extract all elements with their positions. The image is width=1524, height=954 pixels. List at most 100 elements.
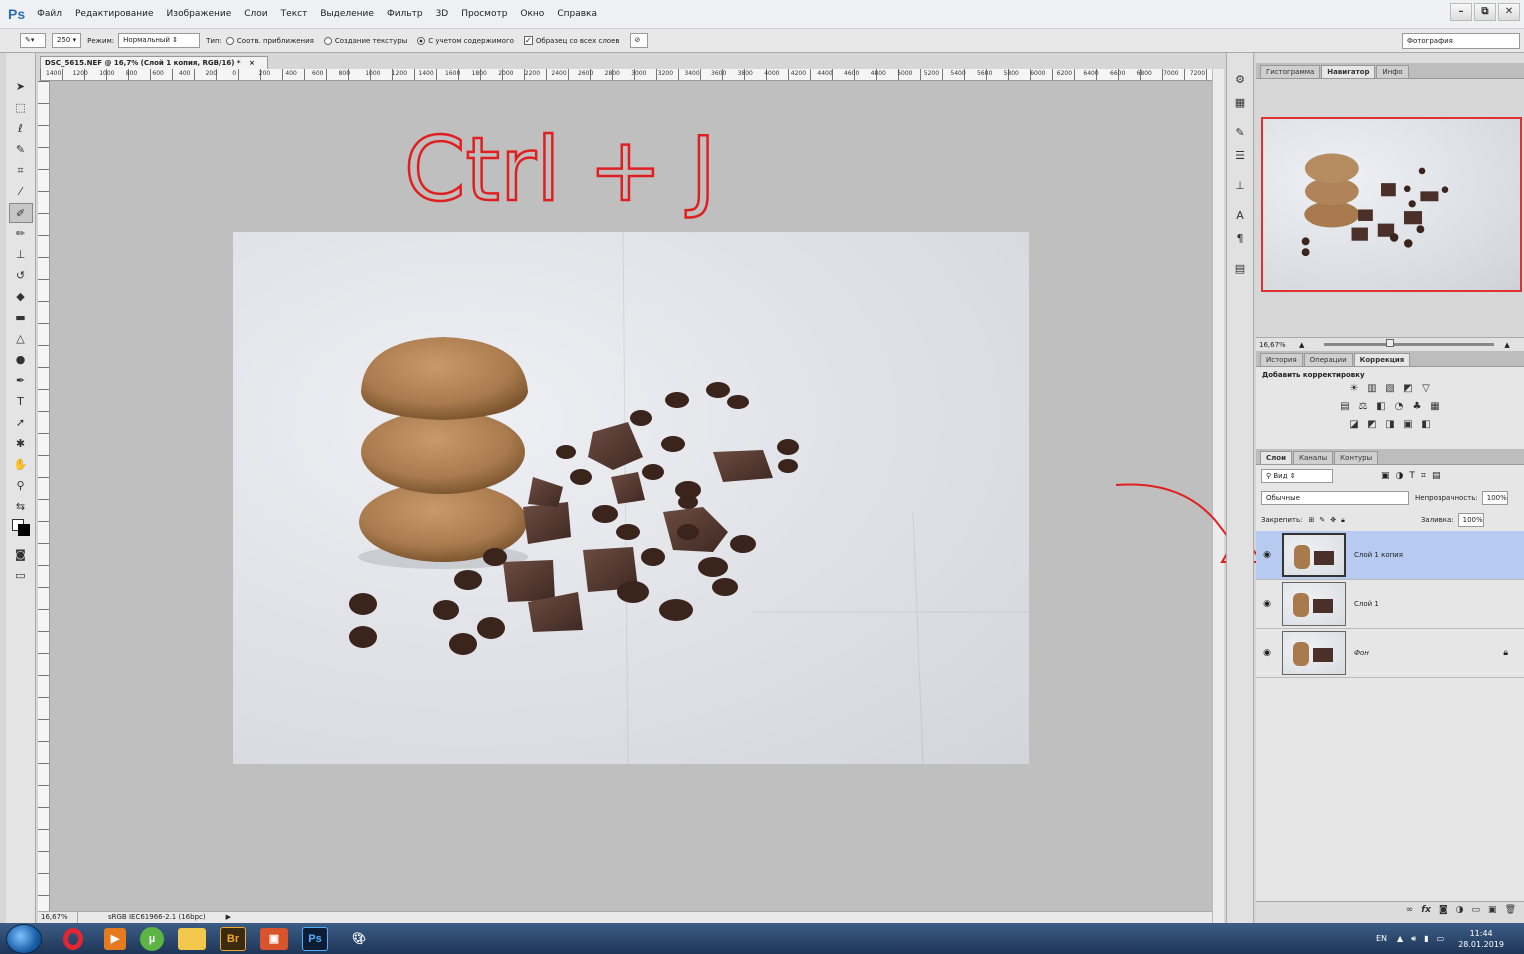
menu-edit[interactable]: Редактирование bbox=[75, 9, 154, 19]
tray-clock[interactable]: 11:44 28.01.2019 bbox=[1458, 928, 1504, 950]
navigator-zoom-value[interactable]: 16,67% bbox=[1259, 341, 1299, 349]
dodge-tool-icon[interactable]: ● bbox=[9, 350, 33, 370]
status-zoom[interactable]: 16,67% bbox=[38, 912, 78, 923]
menu-filter[interactable]: Фильтр bbox=[387, 9, 423, 19]
bridge-icon[interactable]: Br bbox=[220, 926, 246, 951]
opera-icon[interactable] bbox=[56, 926, 90, 952]
language-indicator[interactable]: EN bbox=[1376, 934, 1387, 943]
selective-color-icon[interactable]: ◧ bbox=[1419, 419, 1433, 431]
hue-saturation-icon[interactable]: ▤ bbox=[1338, 401, 1352, 413]
crop-tool-icon[interactable]: ⌗ bbox=[9, 161, 33, 181]
filter-shape-icon[interactable]: ⌗ bbox=[1421, 471, 1426, 481]
zoom-in-icon[interactable]: ▲ bbox=[1504, 341, 1509, 349]
posterize-icon[interactable]: ◩ bbox=[1365, 419, 1379, 431]
brush-preset-icon[interactable]: ✎ bbox=[1229, 124, 1251, 142]
zoom-slider-knob[interactable] bbox=[1386, 339, 1395, 347]
mode-select[interactable]: Нормальный ⇕ bbox=[118, 33, 201, 48]
lock-pixels-icon[interactable]: ✎ bbox=[1319, 516, 1325, 524]
move-tool-icon[interactable]: ➤ bbox=[9, 77, 33, 97]
path-select-tool-icon[interactable]: ➚ bbox=[9, 413, 33, 433]
explorer-icon[interactable] bbox=[178, 927, 206, 950]
clone-source-icon[interactable]: ⊥ bbox=[1229, 177, 1251, 195]
menu-file[interactable]: Файл bbox=[37, 9, 62, 19]
color-balance-icon[interactable]: ⚖ bbox=[1356, 401, 1370, 413]
eyedropper-tool-icon[interactable]: ⁄ bbox=[9, 182, 33, 202]
tab-adjustments[interactable]: Коррекция bbox=[1353, 353, 1411, 366]
type-radio-content-aware[interactable] bbox=[417, 36, 426, 45]
brightness-icon[interactable]: ☀ bbox=[1347, 383, 1361, 395]
sliders-icon[interactable]: ☰ bbox=[1229, 147, 1251, 165]
color-lookup-icon[interactable]: ▦ bbox=[1428, 401, 1442, 413]
close-tab-icon[interactable]: × bbox=[249, 59, 255, 67]
close-button[interactable]: ✕ bbox=[1498, 3, 1520, 21]
type-radio-proximity[interactable] bbox=[225, 36, 234, 45]
filter-smart-icon[interactable]: ▤ bbox=[1432, 471, 1441, 481]
minimize-button[interactable]: – bbox=[1450, 3, 1472, 21]
quick-mask-icon[interactable]: ◙ bbox=[9, 545, 33, 565]
photoshop-taskbar-icon[interactable]: Ps bbox=[302, 926, 328, 951]
menu-image[interactable]: Изображение bbox=[167, 9, 232, 19]
marquee-tool-icon[interactable]: ⬚ bbox=[9, 98, 33, 118]
menu-type[interactable]: Текст bbox=[281, 9, 308, 19]
eraser-tool-icon[interactable]: ◆ bbox=[9, 287, 33, 307]
visibility-eye-icon[interactable]: ◉ bbox=[1256, 550, 1278, 560]
character-icon[interactable]: A bbox=[1229, 207, 1251, 225]
status-menu-arrow-icon[interactable]: ▶ bbox=[226, 912, 231, 923]
screen-mode-icon[interactable]: ▭ bbox=[9, 566, 33, 586]
sample-all-checkbox[interactable]: ✓ bbox=[523, 36, 533, 45]
new-layer-icon[interactable]: ▣ bbox=[1488, 905, 1497, 915]
hand-tool-icon[interactable]: ✋ bbox=[9, 455, 33, 475]
spot-healing-tool-icon[interactable]: ✐ bbox=[8, 203, 33, 223]
pressure-size-icon[interactable]: ⊘ bbox=[629, 33, 648, 48]
menu-window[interactable]: Окно bbox=[520, 9, 544, 19]
lock-position-icon[interactable]: ✥ bbox=[1330, 516, 1336, 524]
invert-icon[interactable]: ◪ bbox=[1347, 419, 1361, 431]
menu-help[interactable]: Справка bbox=[557, 9, 597, 19]
tab-paths[interactable]: Контуры bbox=[1334, 451, 1379, 464]
threshold-icon[interactable]: ◨ bbox=[1383, 419, 1397, 431]
tab-history[interactable]: История bbox=[1260, 353, 1303, 366]
restore-button[interactable]: ⧉ bbox=[1474, 3, 1496, 21]
exposure-icon[interactable]: ◩ bbox=[1401, 383, 1415, 395]
grid-icon[interactable]: ▦ bbox=[1229, 94, 1251, 112]
link-layers-icon[interactable]: ∞ bbox=[1406, 905, 1414, 915]
fill-input[interactable]: 100% bbox=[1457, 513, 1484, 527]
paragraph-icon[interactable]: ¶ bbox=[1229, 230, 1251, 248]
brush-tool-icon[interactable]: ✏ bbox=[9, 224, 33, 244]
tab-navigator[interactable]: Навигатор bbox=[1321, 65, 1376, 78]
lock-transparent-icon[interactable]: ⊞ bbox=[1308, 516, 1314, 524]
3d-icon[interactable]: ⚙ bbox=[1229, 71, 1251, 89]
ruler-horizontal[interactable]: 1400 1200 1000 800 600 400 200 0 200 400 600 800 100… bbox=[40, 69, 1212, 81]
filter-type-icon[interactable]: T bbox=[1409, 471, 1415, 481]
new-group-icon[interactable]: ▭ bbox=[1472, 905, 1481, 915]
visibility-eye-icon[interactable]: ◉ bbox=[1256, 648, 1278, 658]
vibrance-icon[interactable]: ▽ bbox=[1419, 383, 1433, 395]
power-icon[interactable]: ▭ bbox=[1437, 934, 1445, 943]
stamp-tool-icon[interactable]: ⊥ bbox=[9, 245, 33, 265]
layer-name[interactable]: Слой 1 копия bbox=[1354, 551, 1403, 559]
media-player-icon[interactable]: ▶ bbox=[104, 927, 126, 950]
tool-preset-picker[interactable]: ✎▾ bbox=[20, 33, 46, 48]
levels-icon[interactable]: ▥ bbox=[1365, 383, 1379, 395]
network-icon[interactable]: ▮ bbox=[1424, 934, 1428, 943]
gradient-tool-icon[interactable]: ▬ bbox=[9, 308, 33, 328]
swap-colors-icon[interactable]: ⇆ bbox=[9, 497, 33, 517]
channel-mixer-icon[interactable]: ♣ bbox=[1410, 401, 1424, 413]
shape-tool-icon[interactable]: ✱ bbox=[9, 434, 33, 454]
vertical-scrollbar[interactable] bbox=[1212, 69, 1224, 923]
styles-icon[interactable]: ▤ bbox=[1229, 260, 1251, 278]
tab-info[interactable]: Инфо bbox=[1376, 65, 1409, 78]
lock-all-icon[interactable]: 🔒︎ bbox=[1341, 516, 1345, 525]
history-brush-tool-icon[interactable]: ↺ bbox=[9, 266, 33, 286]
new-adjustment-icon[interactable]: ◑ bbox=[1456, 905, 1464, 915]
lasso-tool-icon[interactable]: ℓ bbox=[9, 119, 33, 139]
menu-view[interactable]: Просмотр bbox=[461, 9, 507, 19]
menu-3d[interactable]: 3D bbox=[436, 9, 449, 19]
type-radio-texture[interactable] bbox=[323, 36, 332, 45]
quick-select-tool-icon[interactable]: ✎ bbox=[9, 140, 33, 160]
presentation-icon[interactable]: ▣ bbox=[260, 927, 288, 950]
layer-filter-select[interactable]: ⚲ Вид ⇕ bbox=[1261, 469, 1333, 483]
layer-row-background[interactable]: ◉ Фон 🔒︎ bbox=[1256, 629, 1524, 678]
volume-icon[interactable]: 🔊︎ bbox=[1411, 934, 1416, 944]
black-white-icon[interactable]: ◧ bbox=[1374, 401, 1388, 413]
